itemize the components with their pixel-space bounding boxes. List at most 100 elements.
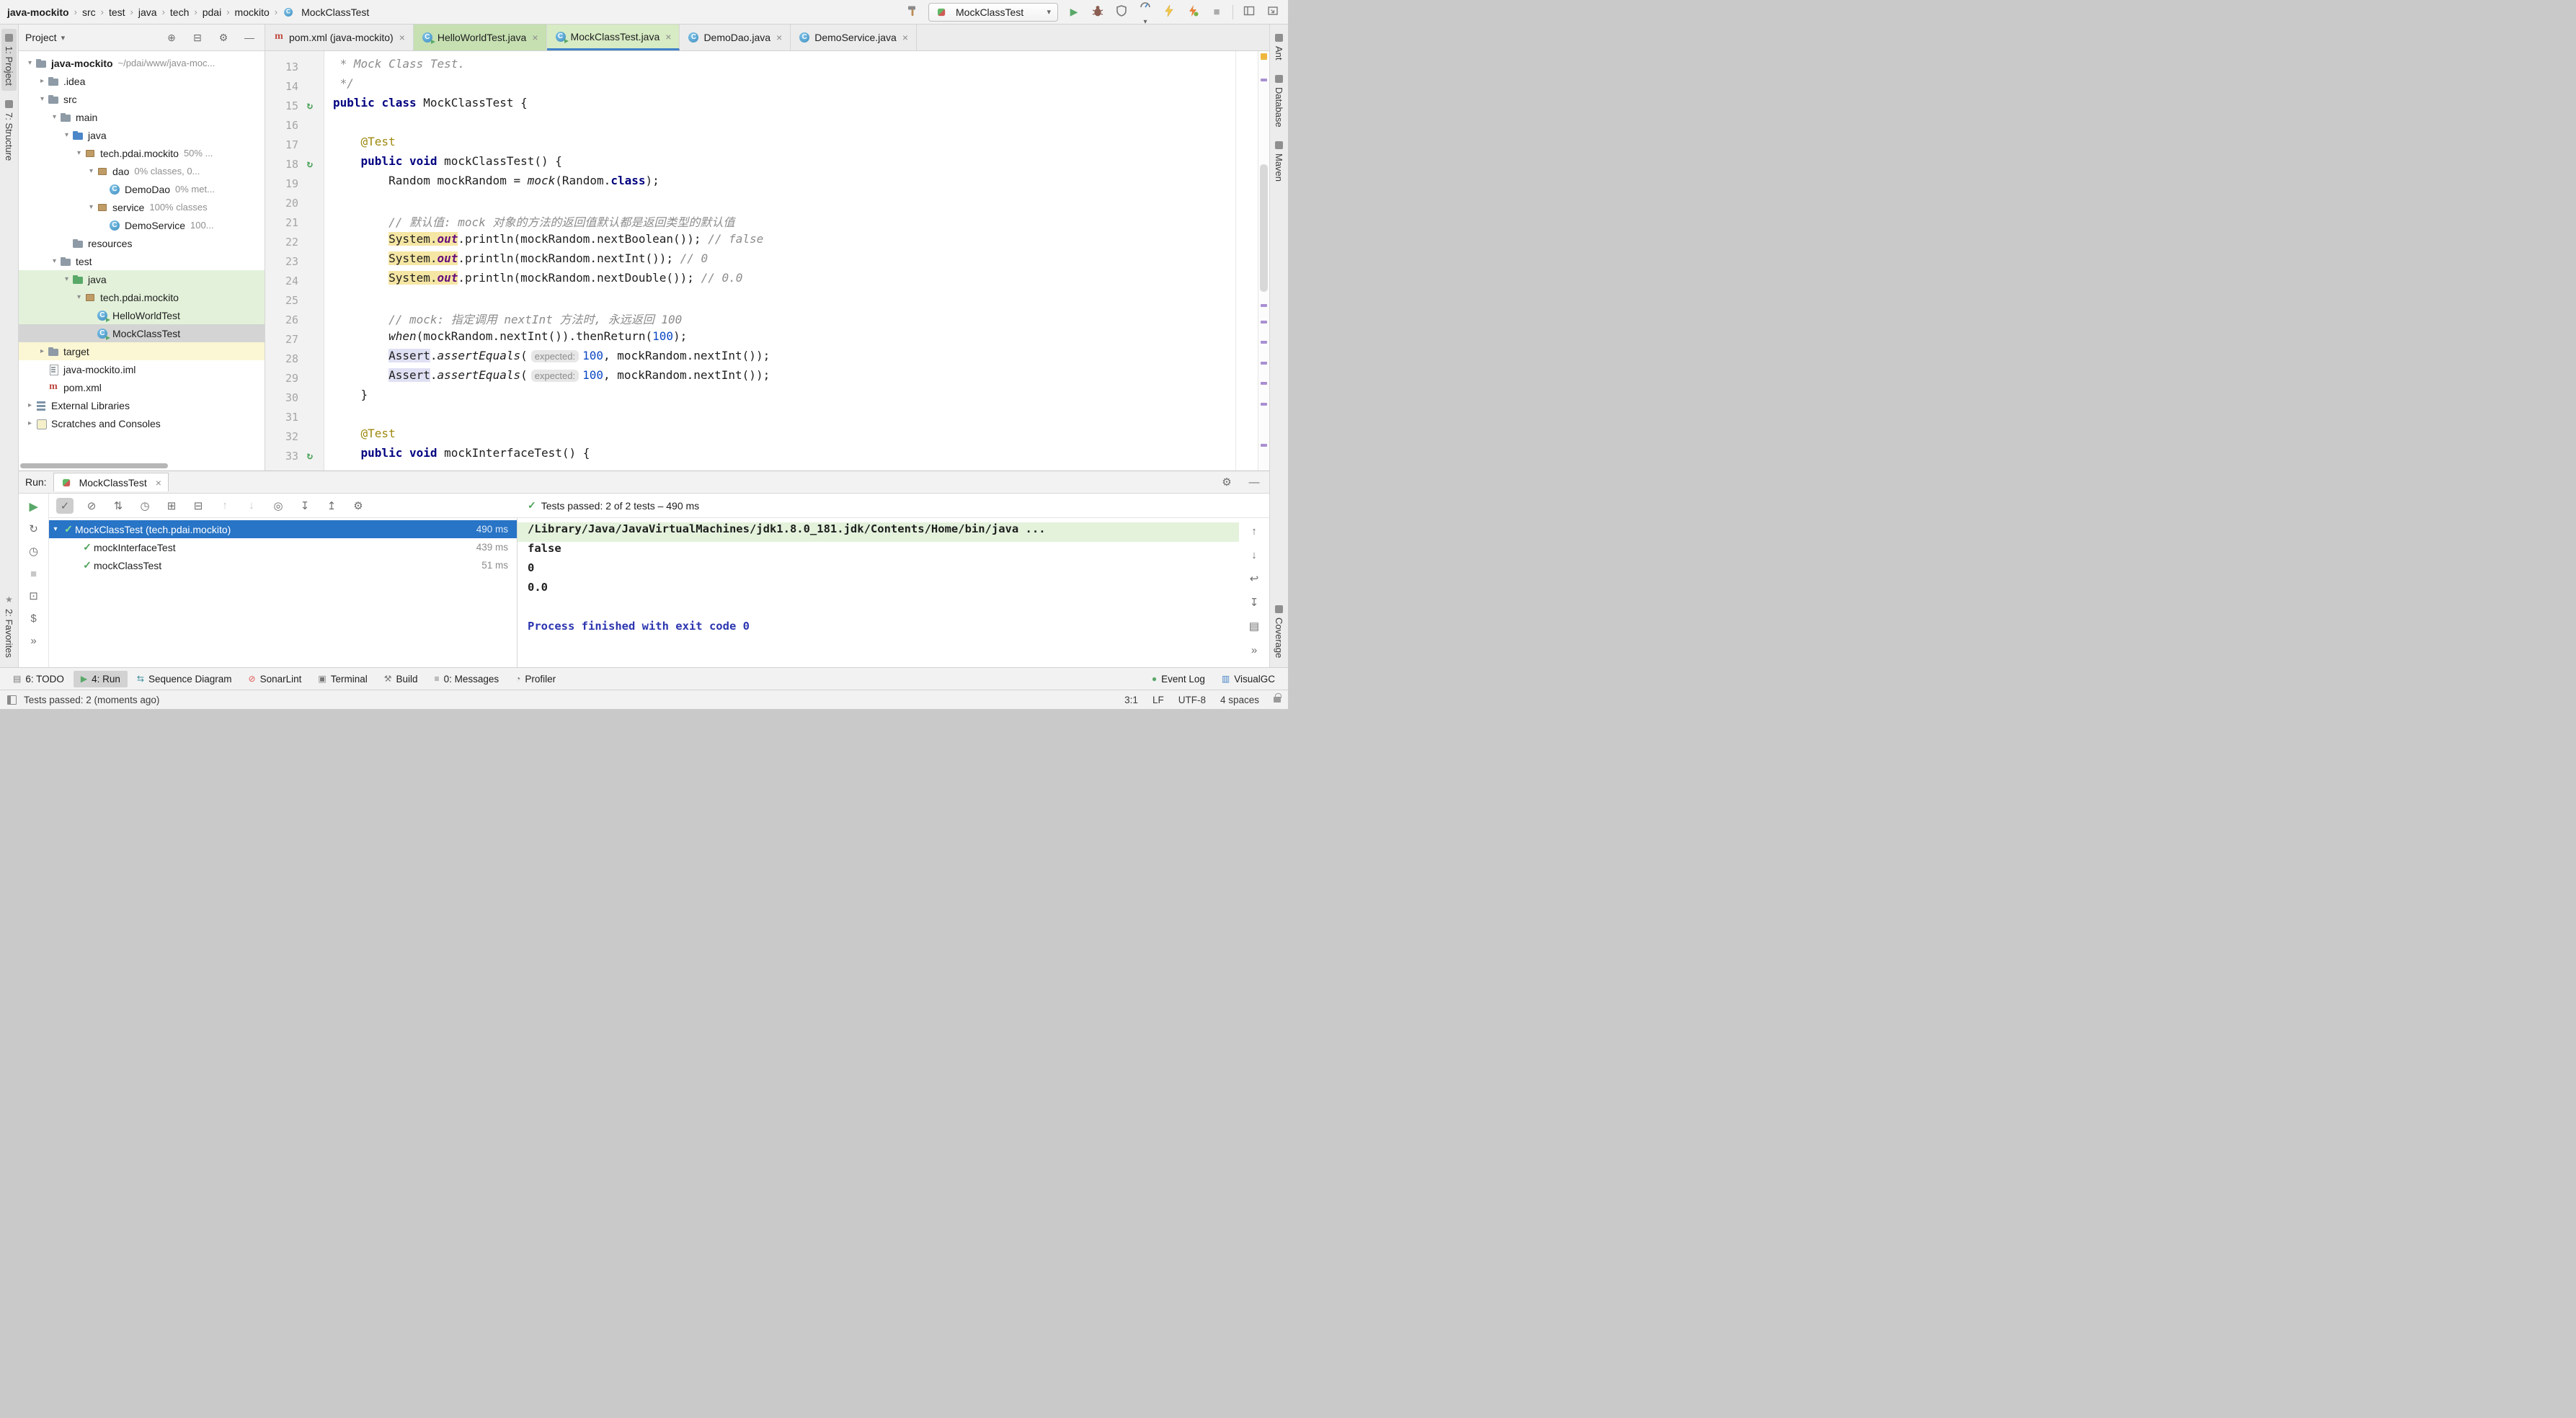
breadcrumb-item[interactable]: pdai	[203, 6, 221, 18]
toggle-auto-test-button[interactable]: ◷	[25, 543, 43, 559]
tree-row[interactable]: HelloWorldTest	[19, 306, 265, 324]
tree-caret[interactable]: ▾	[49, 113, 60, 121]
more-console-actions-button[interactable]: »	[1245, 642, 1263, 658]
close-tab-icon[interactable]: ×	[902, 32, 908, 43]
breadcrumb-item[interactable]: src	[82, 6, 96, 18]
tree-row[interactable]: ▸target	[19, 342, 265, 360]
chevron-down-icon[interactable]: ▾	[61, 33, 66, 43]
editor-tab[interactable]: MockClassTest.java×	[547, 24, 680, 50]
print-button[interactable]: ▤	[1245, 618, 1263, 634]
breadcrumb-item[interactable]: java	[138, 6, 157, 18]
tool-tab-profiler[interactable]: ◔Profiler	[508, 671, 563, 687]
tree-caret[interactable]: ▾	[74, 149, 84, 157]
collapse-all-button[interactable]: ⊟	[189, 30, 206, 45]
line-separator-widget[interactable]: LF	[1152, 695, 1164, 705]
tree-caret[interactable]: ▾	[74, 293, 84, 301]
tree-row[interactable]: ▾main	[19, 108, 265, 126]
tool-tab-run[interactable]: ▶4: Run	[74, 671, 128, 687]
tool-stripe-maven[interactable]: Maven	[1271, 136, 1287, 187]
tree-row[interactable]: ▾tech.pdai.mockito	[19, 288, 265, 306]
expand-all-button[interactable]: ⊞	[163, 498, 180, 514]
tree-row[interactable]: ▾java	[19, 126, 265, 144]
breadcrumb-item[interactable]: test	[109, 6, 125, 18]
run-console[interactable]: /Library/Java/JavaVirtualMachines/jdk1.8…	[518, 518, 1239, 667]
tree-row[interactable]: ▾tech.pdai.mockito50% ...	[19, 144, 265, 162]
tree-row[interactable]: ▾service100% classes	[19, 198, 265, 216]
run-button[interactable]: ▶	[1066, 6, 1082, 18]
tree-caret[interactable]: ▾	[86, 203, 97, 211]
close-run-tab-icon[interactable]: ×	[156, 477, 161, 489]
scroll-to-end-button[interactable]: ↧	[1245, 594, 1263, 610]
tool-tab-terminal[interactable]: ▣Terminal	[311, 671, 374, 687]
close-tab-icon[interactable]: ×	[532, 32, 538, 43]
soft-wrap-button[interactable]: ↩	[1245, 571, 1263, 587]
breadcrumb-item[interactable]: mockito	[235, 6, 270, 18]
tool-tab-sequence-diagram[interactable]: ⇆Sequence Diagram	[130, 671, 239, 687]
test-history-button[interactable]: ◎	[270, 498, 287, 514]
run-test-gutter-icon[interactable]: ↻	[298, 100, 321, 112]
hide-panel-button[interactable]: —	[241, 30, 258, 45]
project-settings-button[interactable]: ⚙	[215, 30, 232, 45]
breadcrumb-item[interactable]: tech	[170, 6, 189, 18]
editor-code[interactable]: * Mock Class Test. */public class MockCl…	[324, 51, 1258, 471]
tree-row[interactable]: DemoDao0% met...	[19, 180, 265, 198]
import-test-results-button[interactable]: ↧	[296, 498, 314, 514]
scroll-up-button[interactable]: ↑	[1245, 523, 1263, 539]
panel-title[interactable]: Project	[25, 32, 57, 43]
tool-tab-todo[interactable]: ▤6: TODO	[6, 671, 71, 687]
tree-caret[interactable]: ▾	[86, 167, 97, 175]
tree-caret[interactable]: ▾	[61, 131, 72, 139]
tree-row[interactable]: ▸.idea	[19, 72, 265, 90]
tree-row[interactable]: java-mockito.iml	[19, 360, 265, 378]
tree-row[interactable]: ▾java-mockito~/pdai/www/java-moc...	[19, 54, 265, 72]
tool-tab-messages[interactable]: ≡0: Messages	[427, 671, 507, 687]
sort-by-duration-button[interactable]: ◷	[136, 498, 154, 514]
run-test-gutter-icon[interactable]: ↻	[298, 450, 321, 462]
window-layout-button[interactable]	[1241, 4, 1257, 20]
tool-stripe-ant[interactable]: Ant	[1271, 29, 1287, 66]
tool-stripe-coverage[interactable]: Coverage	[1271, 600, 1287, 663]
tool-stripe-structure[interactable]: 7: Structure	[1, 95, 17, 166]
error-stripe[interactable]	[1258, 51, 1269, 471]
tree-row[interactable]: ▸Scratches and Consoles	[19, 414, 265, 432]
close-tab-icon[interactable]: ×	[776, 32, 782, 43]
show-passed-button[interactable]: ✓	[56, 498, 74, 514]
tool-stripe-project[interactable]: 1: Project	[1, 29, 17, 91]
tree-caret[interactable]: ▾	[37, 95, 48, 103]
editor-tab[interactable]: pom.xml (java-mockito)×	[265, 24, 414, 50]
lock-icon[interactable]	[1274, 697, 1281, 703]
tree-row[interactable]: ▾java	[19, 270, 265, 288]
horizontal-scrollbar[interactable]	[20, 463, 168, 468]
run-with-profiler-button[interactable]: ▾	[1137, 0, 1153, 27]
tool-tab-visualgc[interactable]: ▥VisualGC	[1214, 671, 1282, 687]
tree-row[interactable]: ▾src	[19, 90, 265, 108]
thread-dump-button[interactable]: ⊡	[25, 588, 43, 604]
scroll-down-button[interactable]: ↓	[1245, 547, 1263, 563]
tree-caret[interactable]: ▾	[49, 257, 60, 265]
stop-button[interactable]: ■	[1209, 6, 1225, 18]
tree-row[interactable]: ▾test	[19, 252, 265, 270]
breadcrumb-item[interactable]: java-mockito	[7, 6, 69, 18]
debug-button[interactable]	[1090, 4, 1106, 21]
tree-caret[interactable]: ▸	[37, 347, 48, 355]
collapse-all-button[interactable]: ⊟	[190, 498, 207, 514]
tree-caret[interactable]: ▸	[25, 401, 35, 409]
run-settings-gear-button[interactable]: ⚙	[1218, 474, 1235, 490]
tool-window-switcher-icon[interactable]	[7, 695, 17, 705]
editor-tab[interactable]: HelloWorldTest.java×	[414, 24, 547, 50]
close-tab-icon[interactable]: ×	[399, 32, 405, 43]
tree-row[interactable]: MockClassTest	[19, 324, 265, 342]
tree-row[interactable]: ▾dao0% classes, 0...	[19, 162, 265, 180]
test-tree-row[interactable]: ✓mockInterfaceTest439 ms	[49, 538, 517, 556]
editor-tab[interactable]: DemoService.java×	[791, 24, 917, 50]
run-config-selector[interactable]: MockClassTest ▾	[928, 3, 1058, 22]
tool-tab-build[interactable]: ⚒Build	[377, 671, 425, 687]
test-tree-row[interactable]: ✓mockClassTest51 ms	[49, 556, 517, 574]
rerun-failed-tests-button[interactable]: ↻	[25, 521, 43, 537]
show-coverage-button[interactable]: $	[25, 610, 43, 626]
show-ignored-button[interactable]: ⊘	[83, 498, 100, 514]
rerun-button[interactable]: ▶	[25, 499, 43, 514]
export-test-results-button[interactable]: ↥	[323, 498, 340, 514]
tool-stripe-favorites[interactable]: ★ 2: Favorites	[1, 589, 17, 663]
tool-tab-sonarlint[interactable]: ⊘SonarLint	[241, 671, 309, 687]
